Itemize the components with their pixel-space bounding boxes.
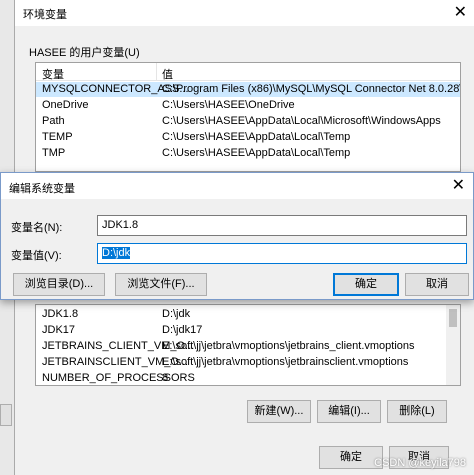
table-row[interactable]: MYSQLCONNECTOR_ASS... C:\Program Files (… (36, 82, 460, 97)
env-window-titlebar: 环境变量 ✕ (15, 0, 474, 26)
variable-name-input[interactable]: JDK1.8 (97, 215, 467, 236)
background-edge-button (0, 404, 12, 426)
browse-directory-button[interactable]: 浏览目录(D)... (13, 273, 105, 296)
variable-name-value: JDK1.8 (102, 219, 139, 231)
edit-system-variable-dialog: 编辑系统变量 ✕ 变量名(N): JDK1.8 变量值(V): D:\jdk 浏… (0, 172, 474, 300)
variable-value-input[interactable]: D:\jdk (97, 243, 467, 264)
row-value: C:\Users\HASEE\AppData\Local\Microsoft\W… (162, 115, 441, 127)
row-name: JDK17 (42, 324, 76, 336)
row-name: OneDrive (42, 99, 89, 111)
table-row[interactable]: JETBRAINSCLIENT_VM_O... E:\soft\jj\jetbr… (36, 355, 460, 370)
env-window-title: 环境变量 (23, 9, 67, 21)
user-variables-list[interactable]: 变量 值 MYSQLCONNECTOR_ASS... C:\Program Fi… (35, 62, 461, 172)
new-variable-button[interactable]: 新建(W)... (247, 400, 311, 423)
variable-value-selected-text: D:\jdk (102, 247, 131, 259)
table-row[interactable]: OneDrive C:\Users\HASEE\OneDrive (36, 98, 460, 113)
row-value: D:\jdk (162, 308, 191, 320)
row-value: C:\Users\HASEE\AppData\Local\Temp (162, 147, 351, 159)
table-row[interactable]: JETBRAINS_CLIENT_VM_O... E:\soft\jj\jetb… (36, 339, 460, 354)
column-separator[interactable] (156, 63, 157, 81)
watermark-text: CSDN @keyila798 (374, 457, 466, 469)
system-variables-list[interactable]: JDK1.8 D:\jdk JDK17 D:\jdk17 JETBRAINS_C… (35, 304, 461, 386)
browse-file-button[interactable]: 浏览文件(F)... (115, 273, 207, 296)
table-row[interactable]: Path C:\Users\HASEE\AppData\Local\Micros… (36, 114, 460, 129)
column-header-value[interactable]: 值 (162, 66, 173, 82)
scrollbar-thumb[interactable] (449, 309, 457, 327)
table-row[interactable]: TEMP C:\Users\HASEE\AppData\Local\Temp (36, 130, 460, 145)
table-row[interactable]: JDK1.8 D:\jdk (36, 307, 460, 322)
dialog-ok-button[interactable]: 确定 (333, 273, 399, 296)
list-header: 变量 值 (36, 63, 460, 81)
row-name: NUMBER_OF_PROCESSORS (42, 372, 195, 384)
row-value: C:\Program Files (x86)\MySQL\MySQL Conne… (162, 83, 461, 95)
row-value: C:\Users\HASEE\AppData\Local\Temp (162, 131, 351, 143)
vertical-scrollbar[interactable] (446, 305, 460, 385)
close-icon[interactable]: ✕ (452, 177, 465, 193)
row-value: D:\jdk17 (162, 324, 203, 336)
user-variables-label: HASEE 的用户变量(U) (29, 47, 140, 59)
edit-dialog-titlebar: 编辑系统变量 ✕ (1, 173, 473, 199)
variable-value-label: 变量值(V): (11, 250, 62, 262)
row-value: E:\soft\jj\jetbra\vmoptions\jetbrains_cl… (162, 340, 415, 352)
row-name: JDK1.8 (42, 308, 79, 320)
column-header-variable[interactable]: 变量 (42, 66, 64, 82)
row-name: TEMP (42, 131, 73, 143)
row-name: Path (42, 115, 65, 127)
row-value: C:\Users\HASEE\OneDrive (162, 99, 295, 111)
dialog-cancel-button[interactable]: 取消 (405, 273, 469, 296)
table-row[interactable]: NUMBER_OF_PROCESSORS 8 (36, 371, 460, 385)
close-icon[interactable]: ✕ (454, 4, 467, 20)
edit-variable-button[interactable]: 编辑(I)... (317, 400, 381, 423)
row-value: 8 (162, 372, 169, 384)
table-row[interactable]: TMP C:\Users\HASEE\AppData\Local\Temp (36, 146, 460, 161)
row-name: TMP (42, 147, 66, 159)
variable-name-label: 变量名(N): (11, 222, 63, 234)
row-value: E:\soft\jj\jetbra\vmoptions\jetbrainscli… (162, 356, 409, 368)
edit-dialog-title: 编辑系统变量 (9, 183, 75, 195)
table-row[interactable]: JDK17 D:\jdk17 (36, 323, 460, 338)
delete-variable-button[interactable]: 删除(L) (387, 400, 447, 423)
